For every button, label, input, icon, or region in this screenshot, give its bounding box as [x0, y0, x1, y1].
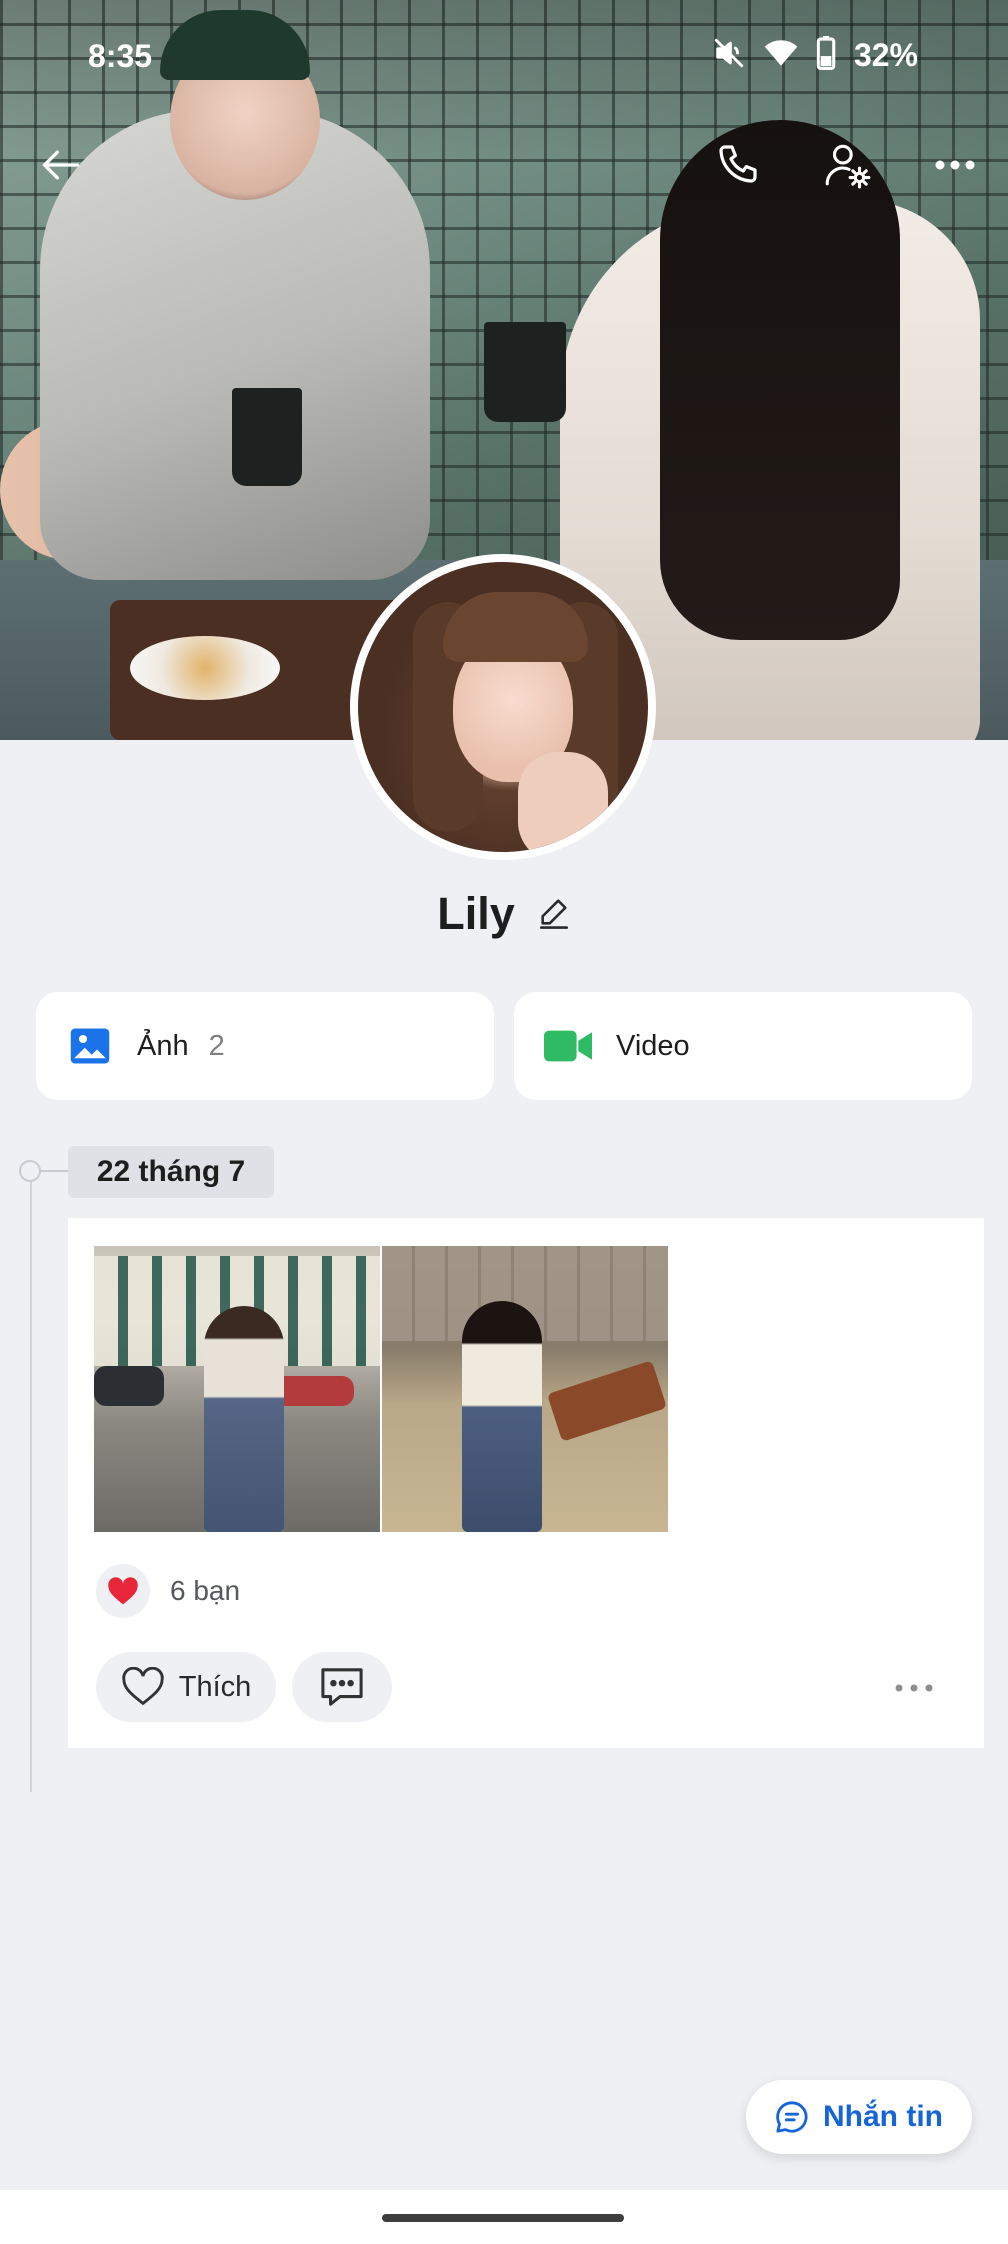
user-settings-icon — [822, 140, 872, 195]
status-icons: 32% — [712, 36, 918, 75]
heart-reaction-icon — [96, 1564, 150, 1618]
avatar-detail — [518, 752, 608, 852]
battery-percent: 32% — [853, 37, 918, 73]
photo-detail — [462, 1301, 542, 1532]
more-button[interactable] — [920, 132, 990, 202]
image-icon — [69, 1025, 111, 1067]
reaction-count: 6 bạn — [170, 1575, 241, 1606]
photo-detail — [274, 1376, 354, 1406]
photo-detail — [94, 1366, 164, 1406]
battery-icon — [816, 36, 836, 75]
call-button[interactable] — [704, 132, 774, 202]
cover-cup — [484, 322, 566, 422]
photos-card[interactable]: Ảnh 2 — [36, 992, 494, 1100]
post-photo-2[interactable] — [382, 1246, 668, 1532]
message-button[interactable]: Nhắn tin — [746, 2080, 972, 2154]
photos-count: 2 — [208, 1029, 225, 1062]
more-horizontal-icon — [894, 1683, 934, 1693]
mute-icon — [712, 36, 746, 75]
like-label: Thích — [178, 1670, 252, 1703]
video-card[interactable]: Video — [514, 992, 972, 1100]
comment-button[interactable] — [292, 1652, 392, 1722]
heart-outline-icon — [121, 1667, 165, 1707]
date-chip: 22 tháng 7 — [68, 1146, 274, 1198]
like-button[interactable]: Thích — [96, 1652, 276, 1722]
photos-label: Ảnh — [137, 1029, 189, 1062]
chat-bubble-icon — [775, 2100, 809, 2134]
profile-name-row: Lily — [0, 888, 1008, 940]
cover-plate — [130, 636, 280, 700]
status-bar: 8:35 32% — [0, 0, 1008, 110]
back-button[interactable] — [26, 132, 96, 202]
status-time: 8:35 — [88, 38, 153, 74]
avatar[interactable] — [350, 554, 656, 860]
pencil-icon[interactable] — [537, 895, 571, 934]
timeline-line — [30, 1170, 32, 1792]
message-label: Nhắn tin — [823, 2100, 943, 2133]
arrow-left-icon — [39, 143, 83, 192]
timeline-dot — [19, 1160, 41, 1182]
photo-detail — [546, 1360, 668, 1442]
post-photo-1[interactable] — [94, 1246, 380, 1532]
timeline-connector — [41, 1170, 69, 1172]
more-horizontal-icon — [934, 158, 976, 176]
wifi-icon — [764, 38, 798, 73]
profile-screen: 8:35 32% Lily Ảnh 2 Video 22 tháng 7 6 b… — [0, 0, 1008, 2244]
photo-detail — [204, 1306, 284, 1532]
cover-cup — [232, 388, 302, 486]
video-label: Video — [616, 1029, 690, 1062]
video-camera-icon — [544, 1027, 592, 1065]
profile-name: Lily — [437, 888, 515, 939]
post-more-button[interactable] — [884, 1674, 944, 1702]
home-indicator[interactable] — [382, 2214, 624, 2222]
timeline-post: 6 bạn Thích — [68, 1218, 984, 1748]
profile-settings-button[interactable] — [812, 132, 882, 202]
comment-icon — [319, 1666, 365, 1708]
phone-icon — [715, 141, 763, 194]
reaction-summary[interactable]: 6 bạn — [96, 1564, 240, 1618]
avatar-detail — [443, 592, 588, 662]
